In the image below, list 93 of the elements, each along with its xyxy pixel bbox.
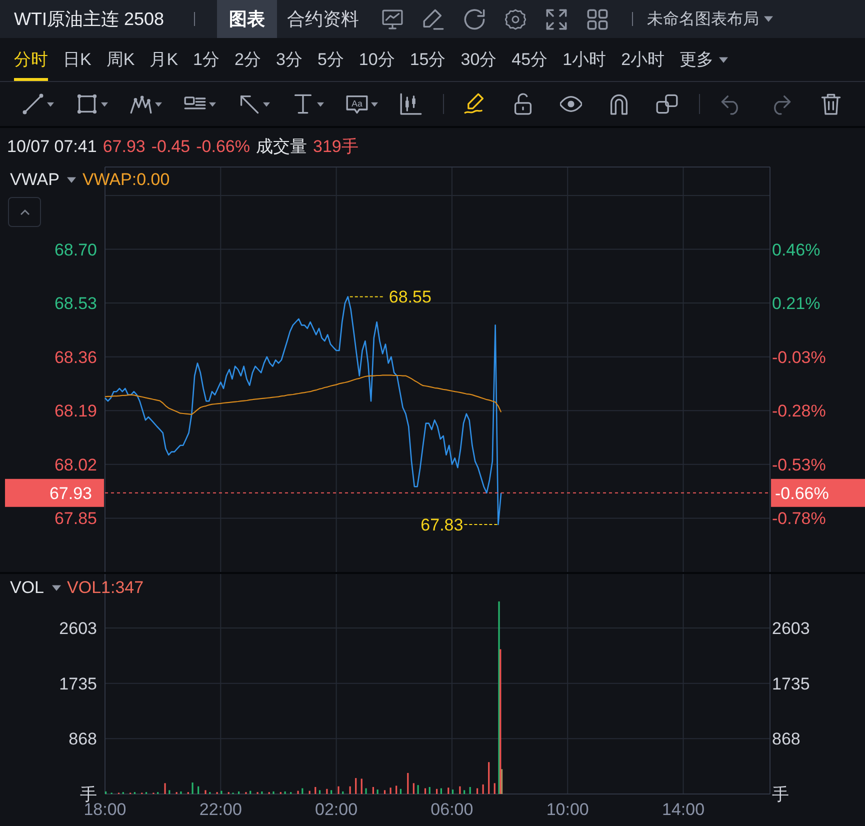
period-tab[interactable]: 分时 (14, 38, 48, 81)
refresh-icon (464, 8, 485, 30)
percent-axis-label: -0.53% (772, 455, 826, 474)
volume-axis-label: 1735 (772, 674, 810, 694)
caret-icon (718, 56, 728, 62)
i-beam-icon (292, 93, 314, 115)
volume-label: 成交量 (256, 136, 307, 158)
more-menu[interactable]: 更多 (680, 38, 728, 81)
settings-icon (504, 8, 526, 30)
price-axis-label: 68.02 (54, 455, 97, 474)
volume-axis-label: 1735 (59, 674, 97, 694)
volume-axis-label: 868 (68, 730, 97, 749)
caret-icon (155, 102, 162, 106)
price-axis-label: 68.53 (54, 294, 97, 314)
percent-axis-label: 0.21% (772, 294, 820, 314)
high-price-label: 68.55 (388, 288, 432, 307)
last-price: 67.93 (102, 136, 146, 156)
volume-axis-label: 手 (80, 785, 97, 804)
volume-axis-label: 2603 (772, 619, 810, 638)
fullscreen-icon (546, 8, 567, 30)
eye-icon (560, 93, 582, 115)
quote-time: 10/07 07:41 (7, 136, 97, 156)
indicator-menu-button[interactable]: VWAP (10, 170, 82, 190)
arrow-icon (238, 93, 260, 115)
caret-icon (209, 102, 216, 106)
layout-menu[interactable]: 未命名图表布局 (647, 8, 774, 30)
percent-axis-label: -0.28% (772, 402, 826, 421)
volume-value: 319手 (312, 136, 358, 158)
time-axis-label: 22:00 (199, 800, 242, 819)
volume-axis-label: 手 (772, 785, 789, 804)
low-price-label: 67.83 (420, 516, 464, 535)
indicator-value: VWAP:0.00 (82, 170, 170, 190)
period-tab[interactable]: 3分 (276, 38, 302, 81)
chevron-up-icon (20, 209, 30, 215)
grid-icon (586, 8, 608, 30)
caret-icon (52, 585, 62, 591)
zigzag-icon (130, 93, 152, 115)
padlock-icon (512, 93, 534, 115)
caret-icon (263, 102, 270, 106)
period-tab[interactable]: 45分 (512, 38, 548, 81)
period-tab[interactable]: 2小时 (621, 38, 665, 81)
tab[interactable]: 合约资料 (277, 0, 370, 38)
period-tab[interactable]: 5分 (317, 38, 344, 81)
last-change-tag: -0.66% (771, 478, 865, 507)
period-tab[interactable]: 月K (150, 38, 178, 81)
period-tab[interactable]: 15分 (410, 38, 446, 81)
price-axis-label: 68.36 (54, 348, 97, 367)
caret-icon (47, 102, 54, 106)
period-tab[interactable]: 1小时 (562, 38, 606, 81)
volume-axis-label: 2603 (59, 619, 97, 638)
indicator-menu-button[interactable]: VOL (10, 578, 68, 598)
period-tab[interactable]: 1分 (193, 38, 220, 81)
percent-axis-label: 0.46% (772, 240, 820, 260)
refresh-button[interactable] (461, 6, 488, 32)
pencil-icon (464, 93, 486, 115)
period-tab[interactable]: 10分 (358, 38, 395, 81)
period-tab[interactable]: 2分 (234, 38, 261, 81)
caret-icon (764, 16, 774, 22)
caret-icon (371, 102, 378, 106)
percent-change: -0.66% (196, 136, 250, 156)
high-price-leader (349, 296, 384, 298)
caret-icon (317, 102, 324, 106)
time-axis-label: 10:00 (546, 800, 589, 819)
price-axis-label: 67.85 (54, 509, 97, 528)
percent-axis-label: -0.78% (772, 509, 826, 528)
rectangle-icon (76, 93, 98, 115)
monitor-chart-icon (382, 8, 403, 30)
squares-icon (656, 93, 678, 115)
price-change: -0.45 (151, 136, 190, 156)
price-axis-label: 68.70 (54, 240, 97, 260)
percent-axis-label: -0.03% (772, 348, 826, 367)
time-axis-label: 14:00 (662, 800, 705, 819)
caret-icon (101, 102, 108, 106)
text-bubble-icon: Aa (346, 93, 368, 115)
pencil-icon (422, 8, 444, 30)
line-segment-icon (22, 93, 44, 115)
period-tab[interactable]: 周K (106, 38, 135, 81)
time-axis-label: 06:00 (430, 800, 474, 819)
volume-axis-label: 868 (772, 730, 800, 749)
price-axis-label: 68.19 (54, 402, 97, 421)
trash-icon (820, 93, 842, 115)
indicator-value: VOL1:347 (67, 578, 144, 598)
low-price-leader (464, 524, 498, 526)
magnet-icon (608, 93, 630, 115)
period-tab[interactable]: 30分 (460, 38, 497, 81)
last-price-tag: 67.93 (5, 478, 104, 507)
period-tab[interactable]: 日K (63, 38, 92, 81)
instrument-title: WTI原油主连 2508 (14, 8, 164, 31)
time-axis-label: 02:00 (315, 800, 358, 819)
tab[interactable]: 图表 (217, 0, 278, 38)
text-bubble-button[interactable]: Aa (346, 89, 378, 119)
candlestick-icon (400, 93, 422, 115)
caret-icon (67, 177, 76, 183)
